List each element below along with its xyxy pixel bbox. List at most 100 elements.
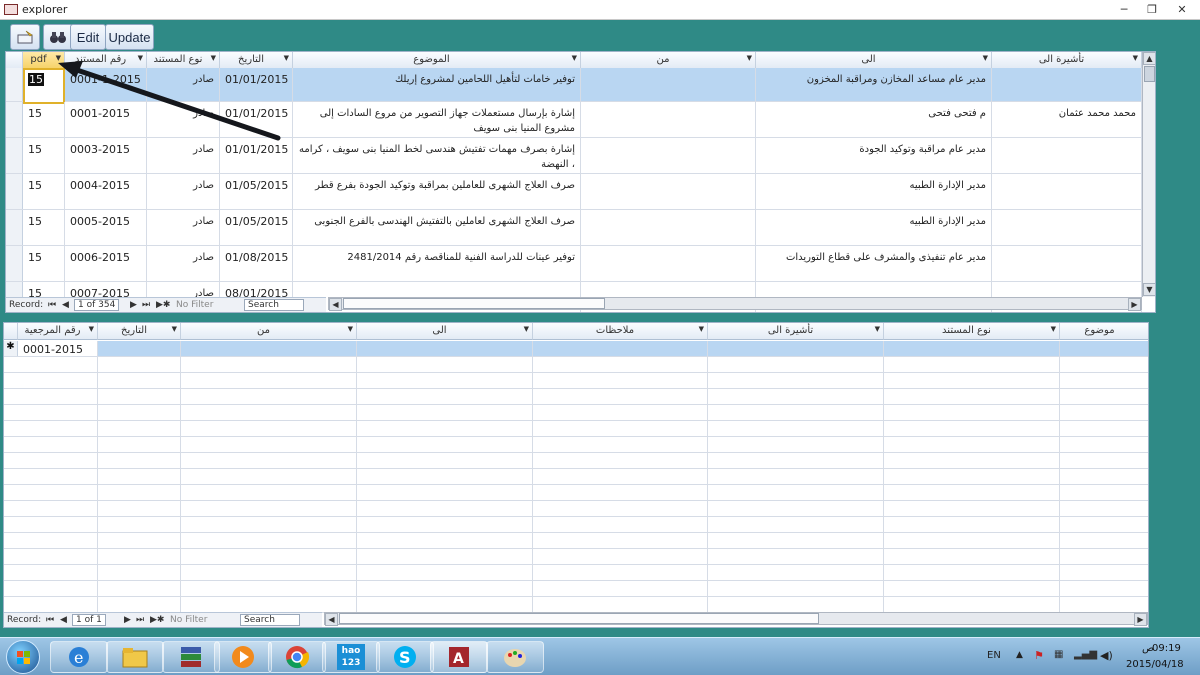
empty-row [4,565,1148,581]
chevron-down-icon[interactable]: ▼ [1051,325,1056,333]
skype-icon: S [394,646,416,668]
taskbar-access[interactable]: A [430,641,488,673]
column-header-date[interactable]: التاريخ ▼ [98,323,181,340]
empty-cell [533,517,708,532]
taskbar-hao123[interactable]: hao 123 [322,641,380,673]
cell-empty[interactable] [1060,341,1148,356]
column-header-from[interactable]: من ▼ [181,323,357,340]
empty-cell [533,597,708,612]
chevron-down-icon[interactable]: ▼ [524,325,529,333]
empty-row [4,357,1148,373]
empty-cell [708,597,884,612]
record-position[interactable]: 1 of 1 [72,614,106,626]
new-record-nav-button[interactable]: ▶✱ [150,615,164,625]
chevron-down-icon[interactable]: ▼ [875,325,880,333]
empty-cell [533,405,708,420]
tray-expand-icon[interactable]: ▲ [1016,650,1023,660]
empty-cell [884,373,1060,388]
flag-alert-icon[interactable]: ⚑ [1034,649,1044,662]
empty-cell [1060,485,1148,500]
scroll-right-button[interactable]: ▶ [1134,613,1147,626]
language-indicator[interactable]: EN [987,650,1001,661]
empty-row [4,453,1148,469]
column-header-label: نوع المستند [942,325,991,336]
cell-empty[interactable] [98,341,181,356]
empty-row [4,533,1148,549]
clock-date[interactable]: 2015/04/18 [1126,659,1184,670]
taskbar-winrar[interactable] [162,641,220,673]
clock-time[interactable]: 09:19 [1152,643,1181,654]
column-header-notes[interactable]: ملاحظات ▼ [533,323,708,340]
chevron-down-icon[interactable]: ▼ [699,325,704,333]
empty-cell [18,357,98,372]
cell-empty[interactable] [181,341,357,356]
scroll-left-button[interactable]: ◀ [325,613,338,626]
empty-cell [18,597,98,612]
cell-empty[interactable] [357,341,533,356]
no-filter-button[interactable]: No Filter [170,615,207,625]
empty-cell [357,453,533,468]
cell-empty[interactable] [533,341,708,356]
taskbar: e hao 123 S A EN ▲ ⚑ ▦ ▂▄▆ ◀) ص 09:19 20… [0,637,1200,675]
empty-cell [884,437,1060,452]
search-box[interactable]: Search [240,614,300,626]
empty-cell [181,421,357,436]
taskbar-explorer[interactable] [106,641,164,673]
winrar-books-icon [181,647,201,667]
chevron-down-icon[interactable]: ▼ [172,325,177,333]
column-header-subject[interactable]: موضوع [1060,323,1148,340]
taskbar-paint[interactable] [486,641,544,673]
empty-cell [357,421,533,436]
chevron-down-icon[interactable]: ▼ [348,325,353,333]
empty-cell [1060,517,1148,532]
empty-row [4,517,1148,533]
start-button[interactable] [6,640,40,674]
scroll-thumb[interactable] [339,613,819,624]
empty-cell [708,517,884,532]
empty-cell [708,389,884,404]
first-record-button[interactable]: ⏮ [46,615,54,625]
chevron-down-icon[interactable]: ▼ [89,325,94,333]
last-record-button[interactable]: ⏭ [136,615,144,625]
new-record-row[interactable]: ✱ 0001-2015 [4,341,1148,357]
cell-empty[interactable] [708,341,884,356]
next-record-button[interactable]: ▶ [124,615,131,625]
taskbar-chrome[interactable] [268,641,326,673]
empty-cell [1060,549,1148,564]
empty-cell [884,453,1060,468]
empty-cell [18,485,98,500]
taskbar-media-player[interactable] [214,641,272,673]
prev-record-button[interactable]: ◀ [60,615,67,625]
taskbar-ie[interactable]: e [50,641,108,673]
empty-cell [708,501,884,516]
taskbar-skype[interactable]: S [376,641,434,673]
empty-row [4,389,1148,405]
empty-cell [181,389,357,404]
column-header-to[interactable]: الى ▼ [357,323,533,340]
column-header-sign[interactable]: تأشيرة الى ▼ [708,323,884,340]
empty-cell [1060,389,1148,404]
empty-cell [533,501,708,516]
empty-cell [533,389,708,404]
empty-cell [884,501,1060,516]
signal-icon[interactable]: ▂▄▆ [1074,649,1097,660]
volume-icon[interactable]: ◀) [1100,649,1113,662]
cell-refno[interactable]: 0001-2015 [18,341,98,356]
select-all-corner[interactable] [4,323,18,340]
empty-cell [708,373,884,388]
empty-cell [18,421,98,436]
empty-cell [357,597,533,612]
column-header-doctype[interactable]: نوع المستند ▼ [884,323,1060,340]
column-header-label: التاريخ [121,325,147,336]
sub-horizontal-scrollbar[interactable]: ◀ ▶ [324,612,1148,626]
empty-cell [181,581,357,596]
empty-cell [18,405,98,420]
column-header-refno[interactable]: رقم المرجعية ▼ [18,323,98,340]
empty-cell [884,533,1060,548]
cell-empty[interactable] [884,341,1060,356]
column-header-label: ملاحظات [595,325,635,336]
empty-cell [357,437,533,452]
empty-cell [708,581,884,596]
empty-cell [533,453,708,468]
network-tray-icon[interactable]: ▦ [1054,649,1063,660]
